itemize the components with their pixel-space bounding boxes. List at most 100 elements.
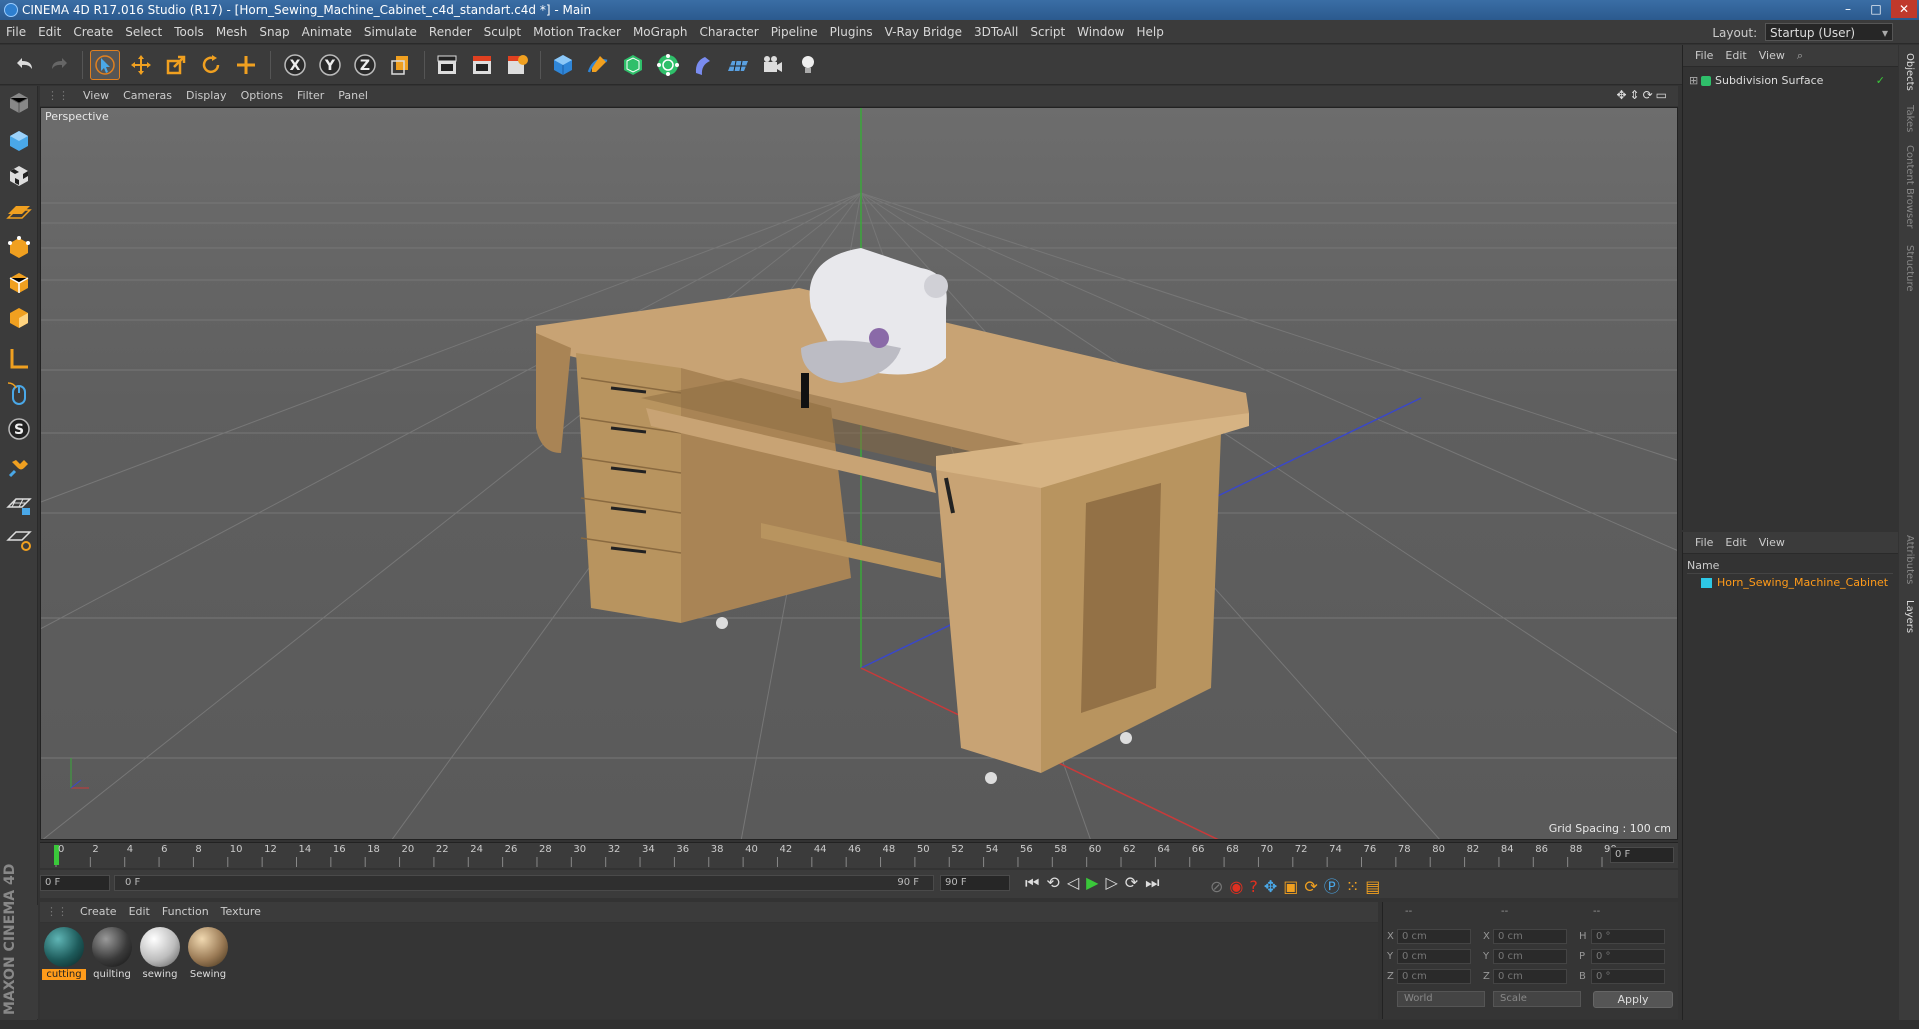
menu-script[interactable]: Script bbox=[1024, 20, 1071, 44]
render-view-button[interactable] bbox=[432, 50, 462, 80]
menu-file[interactable]: File bbox=[0, 20, 32, 44]
menu-mograph[interactable]: MoGraph bbox=[627, 20, 694, 44]
tab-content-browser[interactable]: Content Browser bbox=[1904, 145, 1915, 228]
menu-edit[interactable]: Edit bbox=[32, 20, 67, 44]
expand-icon[interactable]: ⊞ bbox=[1689, 73, 1698, 89]
material-swatch[interactable]: Sewing bbox=[186, 927, 230, 980]
camera-object-button[interactable] bbox=[758, 50, 788, 80]
model-mode-button[interactable] bbox=[4, 126, 34, 156]
menu-snap[interactable]: Snap bbox=[253, 20, 295, 44]
record-disabled-icon[interactable]: ⊘ bbox=[1210, 877, 1229, 896]
viewport-menu-view[interactable]: View bbox=[76, 86, 116, 106]
tweak-mode-button[interactable] bbox=[4, 379, 34, 409]
playback-buttons[interactable]: ⏮⟲◁▶▷⟳⏭ bbox=[1025, 873, 1167, 893]
tab-attributes[interactable]: Attributes bbox=[1904, 535, 1915, 584]
menu-character[interactable]: Character bbox=[693, 20, 764, 44]
layer-row[interactable]: Horn_Sewing_Machine_Cabinet bbox=[1691, 575, 1897, 591]
rot-p-field[interactable]: 0 ° bbox=[1591, 949, 1665, 964]
pos-x-field[interactable]: 0 cm bbox=[1397, 929, 1471, 944]
recent-tool-button[interactable] bbox=[231, 50, 261, 80]
menu-plugins[interactable]: Plugins bbox=[824, 20, 879, 44]
z-axis-lock-button[interactable]: Z bbox=[350, 50, 380, 80]
menu-sculpt[interactable]: Sculpt bbox=[478, 20, 527, 44]
x-axis-lock-button[interactable]: X bbox=[280, 50, 310, 80]
size-z-field[interactable]: 0 cm bbox=[1493, 969, 1567, 984]
material-swatch[interactable]: cutting bbox=[42, 927, 86, 980]
key-move-icon[interactable]: ✥ bbox=[1264, 877, 1283, 896]
key-param-icon[interactable]: Ⓟ bbox=[1324, 877, 1346, 896]
record-icon[interactable]: ◉ bbox=[1229, 877, 1249, 896]
material-menu-texture[interactable]: Texture bbox=[215, 902, 267, 922]
points-mode-button[interactable] bbox=[4, 233, 34, 263]
menu-vray-bridge[interactable]: V-Ray Bridge bbox=[879, 20, 968, 44]
coordinate-system-button[interactable] bbox=[385, 50, 415, 80]
menu-render[interactable]: Render bbox=[423, 20, 478, 44]
size-x-field[interactable]: 0 cm bbox=[1493, 929, 1567, 944]
menu-select[interactable]: Select bbox=[119, 20, 168, 44]
prev-key-icon[interactable]: ⟲ bbox=[1046, 873, 1066, 892]
rot-b-field[interactable]: 0 ° bbox=[1591, 969, 1665, 984]
goto-end-icon[interactable]: ⏭ bbox=[1145, 873, 1166, 892]
object-menu-file[interactable]: File bbox=[1689, 45, 1719, 67]
rot-h-field[interactable]: 0 ° bbox=[1591, 929, 1665, 944]
menu-window[interactable]: Window bbox=[1071, 20, 1130, 44]
move-tool-button[interactable] bbox=[126, 50, 156, 80]
make-editable-button[interactable] bbox=[4, 88, 34, 118]
texture-mode-button[interactable] bbox=[4, 161, 34, 191]
y-axis-lock-button[interactable]: Y bbox=[315, 50, 345, 80]
play-icon[interactable]: ▶ bbox=[1086, 873, 1105, 892]
viewport-navigation-icons[interactable]: ✥⇕⟳▭ bbox=[1616, 88, 1670, 102]
tab-structure[interactable]: Structure bbox=[1904, 245, 1915, 292]
key-scale-icon[interactable]: ▣ bbox=[1283, 877, 1304, 896]
key-pla-icon[interactable]: ⁙ bbox=[1346, 877, 1365, 896]
render-settings-button[interactable] bbox=[502, 50, 532, 80]
viewport-menu-options[interactable]: Options bbox=[234, 86, 290, 106]
material-menu-edit[interactable]: Edit bbox=[123, 902, 156, 922]
start-frame-field[interactable]: 0 F bbox=[40, 875, 110, 891]
menu-help[interactable]: Help bbox=[1130, 20, 1169, 44]
redo-button[interactable] bbox=[44, 50, 74, 80]
tab-layers[interactable]: Layers bbox=[1904, 600, 1915, 633]
layer-color-swatch[interactable] bbox=[1701, 578, 1712, 588]
menu-simulate[interactable]: Simulate bbox=[358, 20, 423, 44]
solo-button[interactable]: S bbox=[4, 414, 34, 444]
close-button[interactable]: ✕ bbox=[1891, 0, 1917, 18]
material-menu-function[interactable]: Function bbox=[156, 902, 215, 922]
minimize-button[interactable]: – bbox=[1835, 0, 1861, 18]
apply-button[interactable]: Apply bbox=[1593, 991, 1673, 1008]
object-menu-edit[interactable]: Edit bbox=[1719, 45, 1752, 67]
subdivision-surface-button[interactable] bbox=[618, 50, 648, 80]
object-menu-view[interactable]: View bbox=[1753, 45, 1791, 67]
perspective-viewport[interactable]: Perspective Grid Spacing : 100 cm bbox=[40, 107, 1678, 840]
viewport-menu-panel[interactable]: Panel bbox=[331, 86, 375, 106]
menu-create[interactable]: Create bbox=[67, 20, 119, 44]
spline-pen-button[interactable] bbox=[583, 50, 613, 80]
cloner-button[interactable] bbox=[653, 50, 683, 80]
snap-button[interactable] bbox=[4, 454, 34, 484]
floor-object-button[interactable] bbox=[723, 50, 753, 80]
menu-pipeline[interactable]: Pipeline bbox=[765, 20, 824, 44]
menu-mesh[interactable]: Mesh bbox=[210, 20, 254, 44]
workplane-mode-button[interactable] bbox=[4, 196, 34, 226]
tab-objects[interactable]: Objects bbox=[1904, 53, 1915, 91]
light-object-button[interactable] bbox=[793, 50, 823, 80]
material-swatch[interactable]: sewing bbox=[138, 927, 182, 980]
menu-motion-tracker[interactable]: Motion Tracker bbox=[527, 20, 627, 44]
undo-button[interactable] bbox=[10, 50, 40, 80]
search-icon[interactable]: ⌕ bbox=[1791, 45, 1809, 67]
step-forward-icon[interactable]: ▷ bbox=[1105, 873, 1124, 892]
menu-tools[interactable]: Tools bbox=[168, 20, 210, 44]
coordinate-mode-dropdown[interactable]: World bbox=[1397, 991, 1485, 1007]
enable-axis-button[interactable] bbox=[4, 344, 34, 374]
viewport-menu-filter[interactable]: Filter bbox=[290, 86, 331, 106]
keyframe-buttons[interactable]: ⊘◉?✥▣⟳Ⓟ⁙▤ bbox=[1210, 873, 1386, 897]
timeline-window-icon[interactable]: ▤ bbox=[1365, 877, 1386, 896]
planar-workplane-button[interactable] bbox=[4, 524, 34, 554]
maximize-button[interactable]: □ bbox=[1863, 0, 1889, 18]
autokey-icon[interactable]: ? bbox=[1249, 877, 1264, 896]
polygons-mode-button[interactable] bbox=[4, 303, 34, 333]
pos-y-field[interactable]: 0 cm bbox=[1397, 949, 1471, 964]
menu-animate[interactable]: Animate bbox=[296, 20, 358, 44]
deformer-button[interactable] bbox=[688, 50, 718, 80]
size-y-field[interactable]: 0 cm bbox=[1493, 949, 1567, 964]
